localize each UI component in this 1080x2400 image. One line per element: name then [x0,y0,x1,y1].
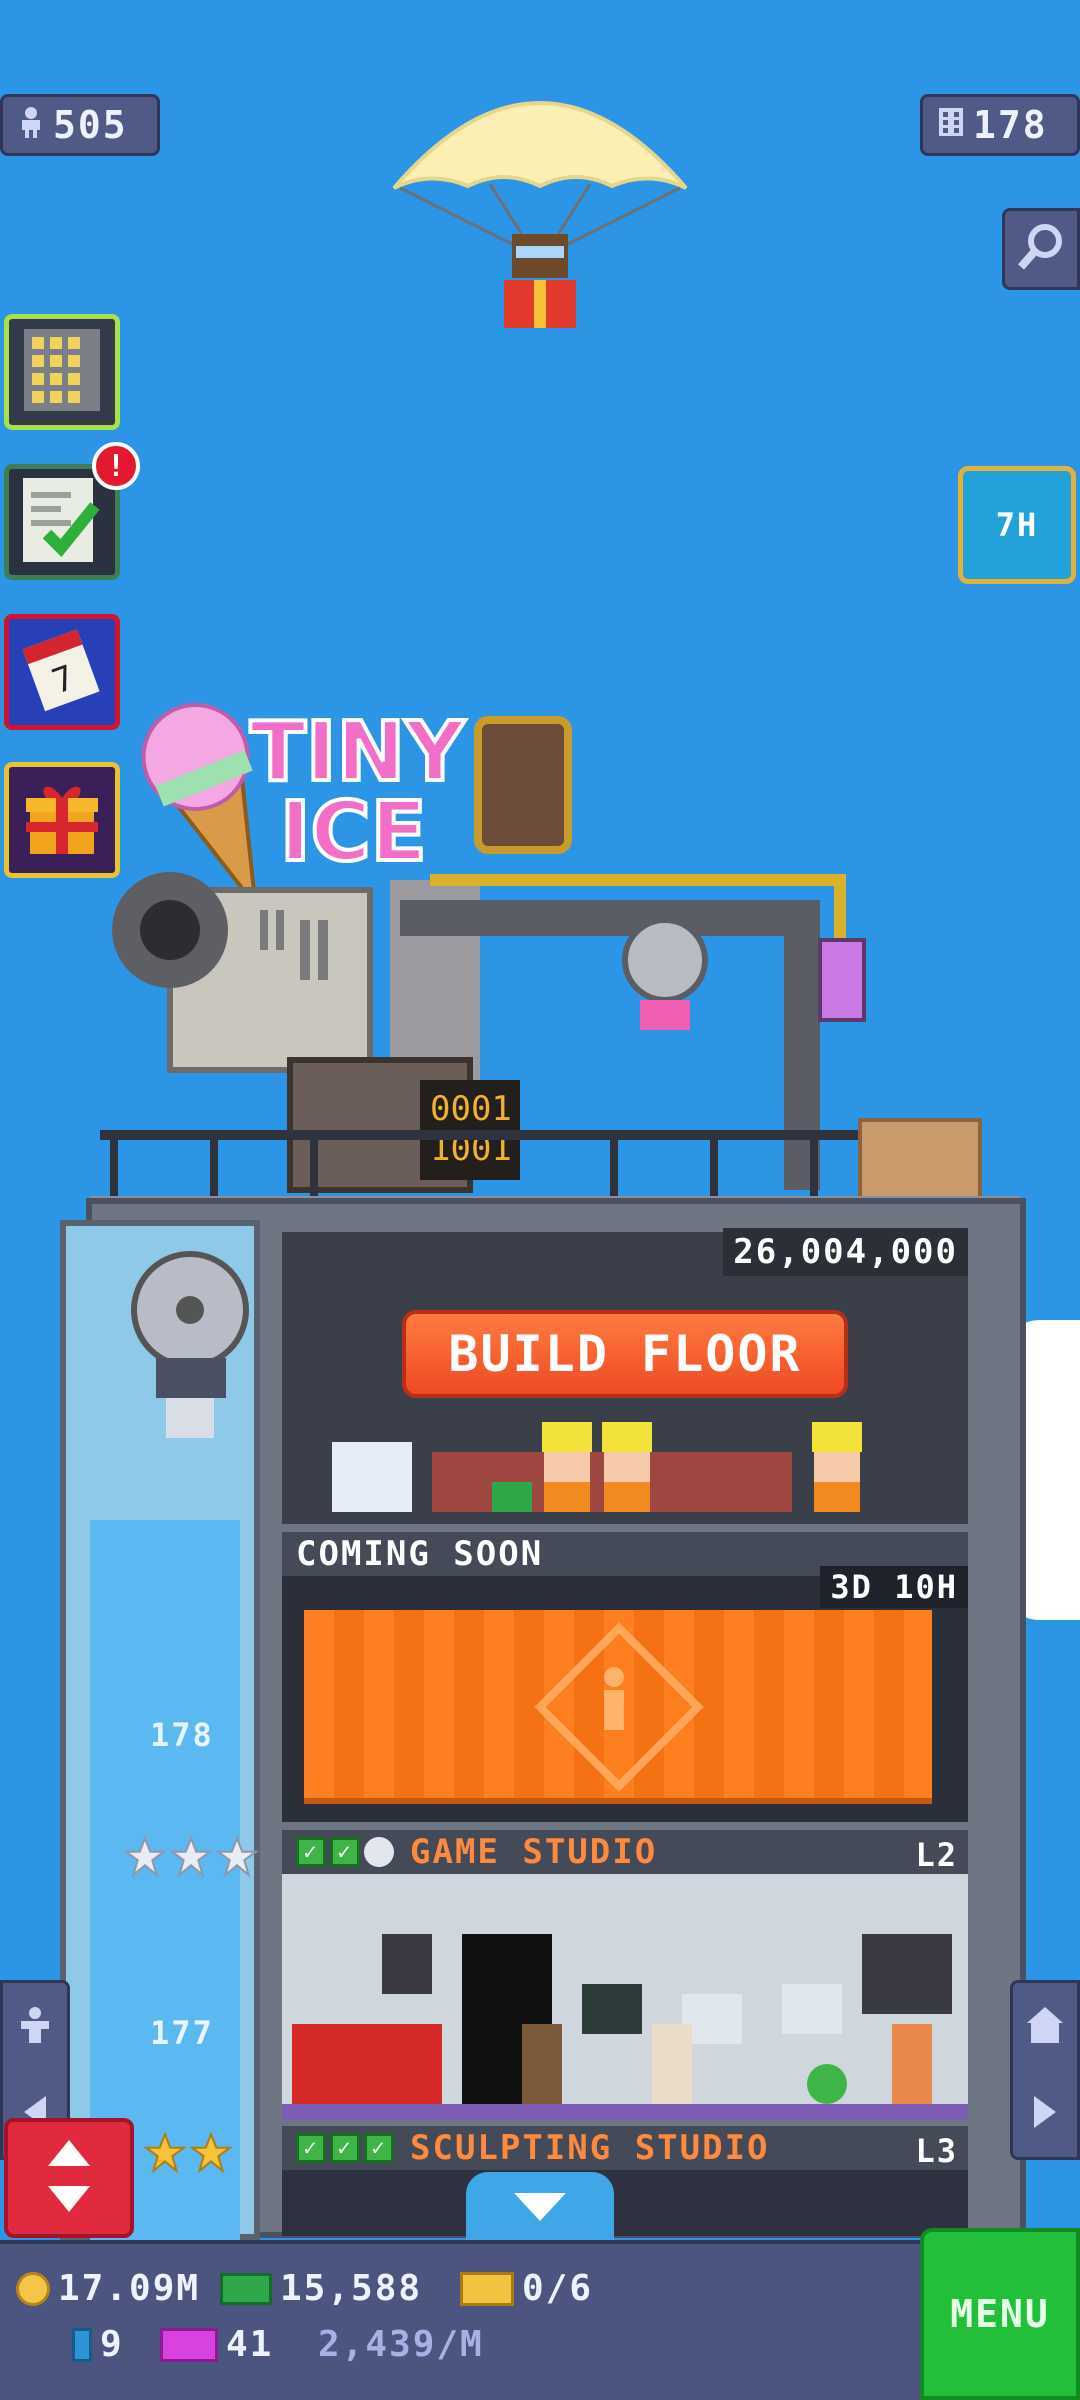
tickets-value: 0/6 [522,2268,594,2309]
bottom-status-bar [0,2240,1080,2400]
elevator-pulley [120,1248,260,1448]
alert-badge: ! [92,442,140,490]
game-studio-stars [124,1836,258,1878]
coming-soon-floor[interactable]: COMING SOON 3D 10H [282,1532,968,1822]
scroll-down-button[interactable] [466,2172,614,2246]
tiny-ice-roof: TINY ICE 0001 1001 [90,660,1020,1220]
construction-sign-icon [534,1622,704,1792]
stock-status: ✓ ✓ ✓ [296,2133,394,2163]
star-icon [124,1836,166,1878]
timed-event-button[interactable]: 7H [958,466,1076,584]
person-icon [15,2005,55,2049]
build-floor-button[interactable]: BUILD FLOOR [402,1310,848,1398]
parachute-bitizen[interactable] [390,58,690,338]
elevator-button[interactable] [4,2118,134,2238]
bux-icon [220,2272,272,2305]
star-icon [170,1836,212,1878]
sculpting-studio-name: SCULPTING STUDIO [410,2128,770,2168]
golden-tickets-value: 41 [226,2324,274,2365]
check-icon: ✓ [364,2133,394,2163]
sign-line2: ICE [280,785,427,880]
tower-overview-button[interactable] [4,314,120,430]
clock-icon [364,1837,394,1867]
next-floor-button[interactable] [1010,1980,1080,2160]
sculpting-studio-stars [144,2132,232,2174]
floor-counter[interactable]: 178 [920,94,1080,156]
sculpting-studio-level: L3 [915,2132,958,2170]
check-icon: ✓ [296,2133,326,2163]
missions-icon [17,472,107,572]
golden-tickets-stat: 41 [160,2324,273,2365]
building-icon [20,325,104,419]
tickets-stat: 0/6 [460,2268,593,2309]
bux-stat: 15,588 [220,2268,422,2309]
game-studio-level: L2 [915,1836,958,1874]
gems-stat: 9 [72,2324,124,2365]
floors-icon [937,103,965,147]
population-counter[interactable]: 505 [0,94,160,156]
arrow-right-icon [1030,2092,1060,2136]
check-icon: ✓ [330,2133,360,2163]
star-icon [144,2132,186,2174]
build-floor-row[interactable]: 26,004,000 BUILD FLOOR [282,1228,968,1524]
coming-soon-timer: 3D 10H [820,1566,968,1608]
stock-status: ✓ ✓ [296,1837,394,1867]
magnifier-icon [1013,219,1069,279]
sculpting-studio-header: ✓ ✓ ✓ SCULPTING STUDIO L3 [282,2126,968,2170]
star-icon [190,2132,232,2174]
income-rate: 2,439/M [318,2324,484,2365]
population-value: 505 [53,103,128,147]
construction-curtain [304,1610,932,1804]
floors-value: 178 [973,103,1048,147]
shaft-floor-number: 178 [150,1716,214,1754]
check-icon: ✓ [330,1837,360,1867]
sculpting-studio-floor[interactable]: ✓ ✓ ✓ SCULPTING STUDIO L3 [282,2126,968,2236]
build-cost: 26,004,000 [723,1228,968,1276]
game-studio-interior [282,1874,968,2120]
golden-ticket-icon [160,2327,218,2362]
shaft-floor-number: 177 [150,2014,214,2052]
coins-stat: 17.09M [16,2268,200,2309]
elevator-icon [44,2136,94,2220]
check-icon: ✓ [296,1837,326,1867]
income-rate-value: 2,439/M [318,2324,484,2365]
gems-value: 9 [100,2324,124,2365]
menu-button[interactable]: MENU [920,2228,1080,2400]
bux-value: 15,588 [280,2268,423,2309]
star-icon [216,1836,258,1878]
home-icon [1025,2005,1065,2049]
arrow-down-icon [510,2187,570,2231]
coins-value: 17.09M [58,2268,201,2309]
game-studio-floor[interactable]: ✓✓ GAME STUDIO L2 6M [282,1830,968,2120]
search-button[interactable] [1002,208,1080,290]
game-studio-header: ✓ ✓ GAME STUDIO L2 [282,1830,968,1874]
person-icon [17,103,45,147]
ticket-icon [460,2271,514,2306]
gem-icon [72,2327,92,2362]
game-studio-name: GAME STUDIO [410,1832,658,1872]
counter-top: 0001 [430,1089,512,1129]
coin-icon [16,2271,50,2306]
construction-workers [332,1422,862,1512]
timer-label: 7H [995,506,1039,544]
